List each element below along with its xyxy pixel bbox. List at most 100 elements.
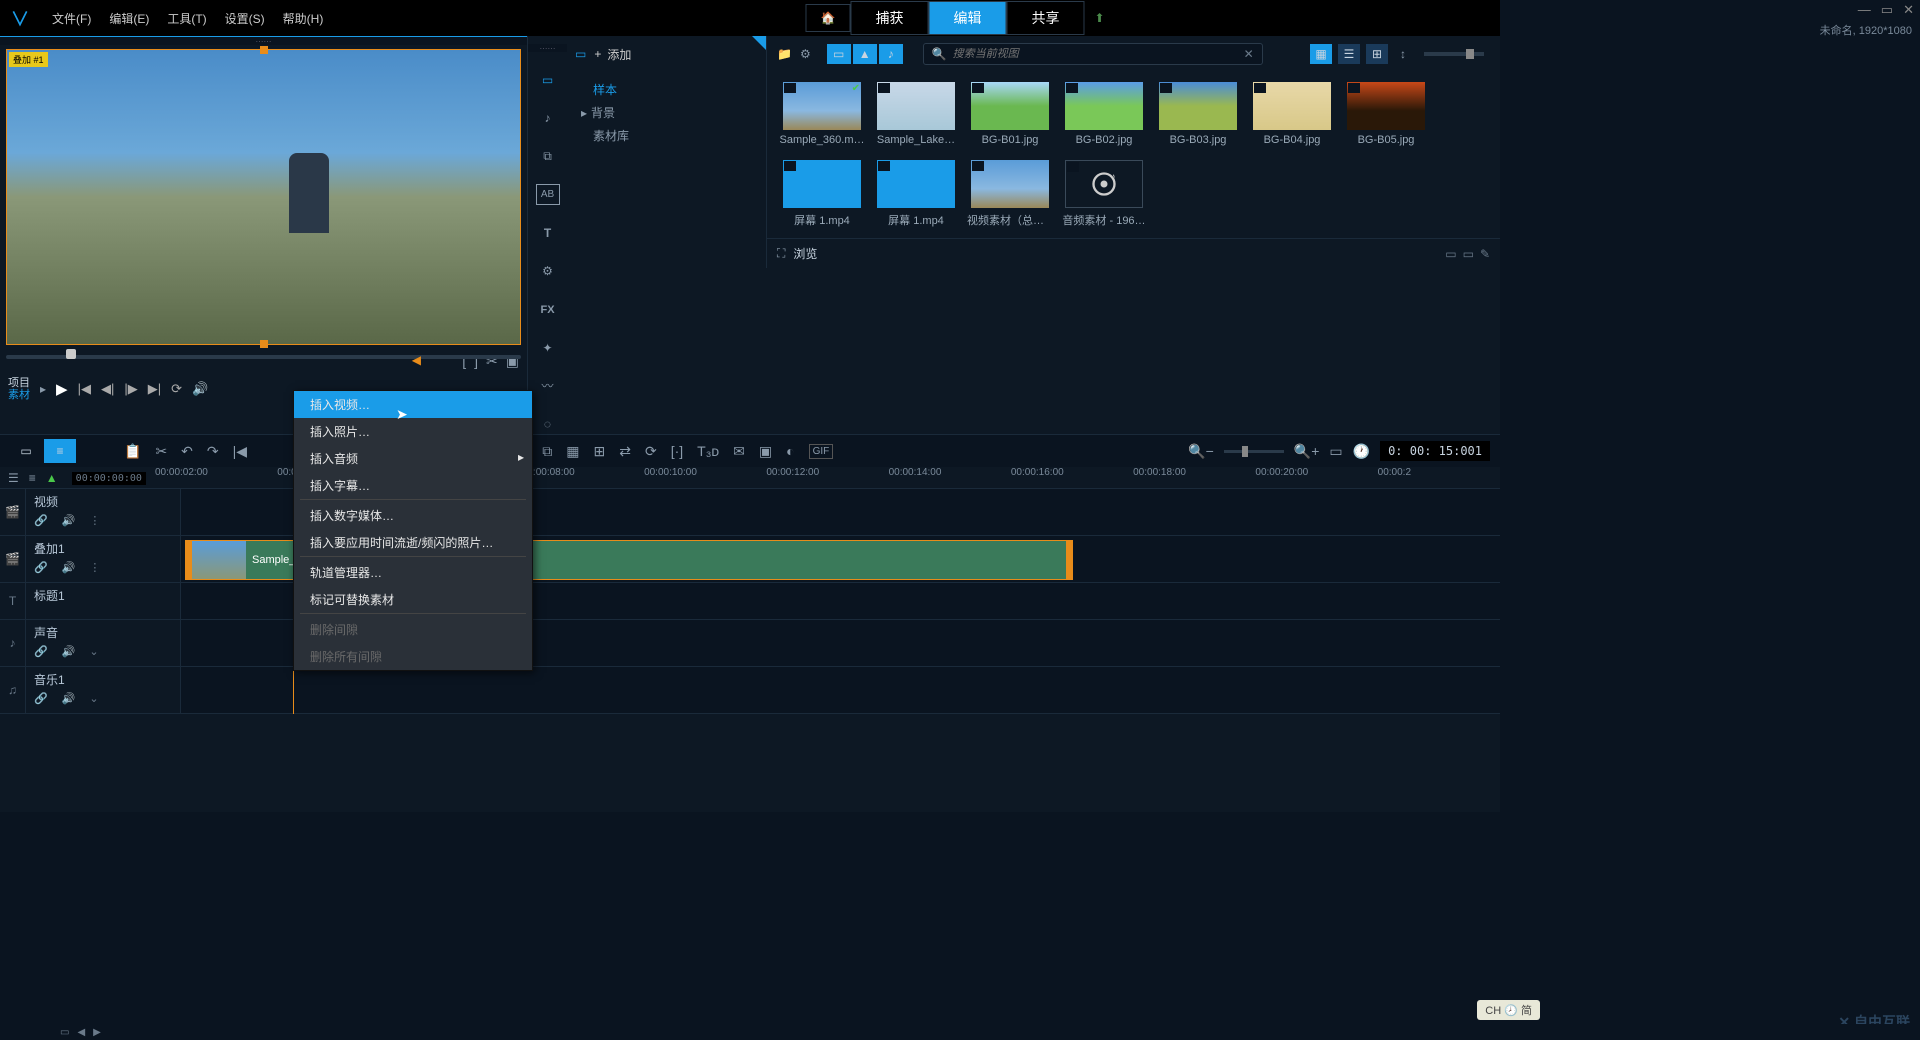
track-expand-icon[interactable]: ⌄	[89, 645, 98, 658]
thumb-size-slider[interactable]	[1424, 52, 1484, 56]
tool-audio-icon[interactable]: ♪	[536, 108, 560, 128]
minimize-button[interactable]: —	[1858, 2, 1871, 18]
fit-button[interactable]: ▭	[1329, 443, 1342, 460]
track-link-icon[interactable]: 🔗	[34, 645, 48, 658]
ctx-mark-replaceable[interactable]: 标记可替换素材	[294, 586, 532, 613]
storyboard-mode-button[interactable]: ▭	[10, 439, 42, 463]
gutter-btn1[interactable]: ☰	[8, 471, 19, 485]
gear-sm-icon[interactable]: ⚙	[800, 47, 811, 61]
ctx-insert-timelapse[interactable]: 插入要应用时间流逝/频闪的照片…	[294, 529, 532, 556]
scroll-left[interactable]: ◀	[77, 1027, 85, 1038]
tl-tool-9[interactable]: ⊞	[594, 443, 606, 460]
library-panel-icon[interactable]: ▭	[575, 47, 586, 61]
sidebar-drag-handle[interactable]	[528, 44, 567, 52]
tab-capture[interactable]: 捕获	[850, 1, 928, 35]
tool-settings-icon[interactable]: ⚙	[536, 261, 560, 281]
timeline-mode-button[interactable]: ≡	[44, 439, 76, 463]
thumb-item[interactable]: 屏幕 1.mp4	[873, 160, 959, 228]
undo-button[interactable]: ↶	[181, 443, 193, 460]
thumb-item[interactable]: BG-B02.jpg	[1061, 82, 1147, 146]
track-link-icon[interactable]: 🔗	[34, 692, 48, 705]
tl-tool-2[interactable]: ✂	[155, 443, 167, 460]
track-more-icon[interactable]: ⋮	[89, 514, 100, 527]
panel-corner-icon[interactable]	[752, 36, 766, 50]
track-more-icon[interactable]: ⋮	[89, 561, 100, 574]
goto-start-button[interactable]: |◀	[78, 381, 91, 397]
filter-video-button[interactable]: ▭	[827, 44, 851, 64]
ctx-insert-subtitle[interactable]: 插入字幕…	[294, 472, 532, 499]
menu-help[interactable]: 帮助(H)	[283, 10, 324, 27]
tl-tool-11[interactable]: ⟳	[645, 443, 657, 460]
tl-tool-14[interactable]: ✉	[733, 443, 745, 460]
tl-tool-8[interactable]: ▦	[566, 443, 579, 460]
folder-icon[interactable]: 📁	[777, 47, 792, 61]
panel-drag-handle[interactable]	[0, 37, 527, 45]
home-button[interactable]: 🏠	[805, 4, 850, 32]
bottom-btn1[interactable]: ▭	[60, 1027, 69, 1038]
tool-subtitle-icon[interactable]: AB	[536, 184, 560, 205]
maximize-button[interactable]: ▭	[1881, 2, 1893, 18]
tool-loading-icon[interactable]: ◌	[536, 414, 560, 434]
clear-search-button[interactable]: ✕	[1244, 47, 1254, 61]
timeline-ruler[interactable]: ☰ ≡ ▲ 00:00:00:00 00:00:02:0000:00:04:00…	[0, 467, 1500, 489]
view-grid-button[interactable]: ▦	[1310, 44, 1332, 64]
track-link-icon[interactable]: 🔗	[34, 514, 48, 527]
thumb-item[interactable]: 视频素材（总）…	[967, 160, 1053, 228]
track-mute-icon[interactable]: 🔊	[62, 692, 76, 705]
transport-mode-labels[interactable]: 项目 素材	[8, 377, 30, 401]
thumb-item[interactable]: ✔Sample_360.m…	[779, 82, 865, 146]
ctx-insert-digital[interactable]: 插入数字媒体…	[294, 499, 532, 529]
preview-scrubber[interactable]: ◀	[6, 355, 521, 367]
tree-item-samples[interactable]: 样本	[575, 78, 759, 101]
track-expand-icon[interactable]: ⌄	[89, 692, 98, 705]
tree-item-material[interactable]: 素材库	[575, 124, 759, 147]
ctx-insert-photo[interactable]: 插入照片…	[294, 418, 532, 445]
step-fwd-button[interactable]: |▶	[124, 381, 137, 397]
expand-icon[interactable]: ⛶	[777, 246, 785, 261]
search-box[interactable]: 🔍 ✕	[923, 43, 1263, 65]
add-media-button[interactable]: + 添加	[594, 46, 631, 63]
tool-fx-icon[interactable]: FX	[536, 299, 560, 319]
search-input[interactable]	[953, 48, 1238, 60]
tab-share[interactable]: 共享	[1006, 1, 1084, 35]
preview-viewport[interactable]: 叠加 #1	[6, 49, 521, 345]
redo-button[interactable]: ↷	[207, 443, 219, 460]
tl-tool-7[interactable]: ⧉	[542, 443, 552, 460]
browse-btn1[interactable]: ▭	[1445, 247, 1456, 261]
track-link-icon[interactable]: 🔗	[34, 561, 48, 574]
zoom-slider[interactable]	[1224, 450, 1284, 453]
filter-image-button[interactable]: ▲	[853, 44, 877, 64]
tool-media[interactable]: ▭	[536, 70, 560, 90]
view-list-button[interactable]: ☰	[1338, 44, 1360, 64]
step-back-button[interactable]: ◀|	[101, 381, 114, 397]
scrubber-playhead[interactable]	[66, 349, 76, 359]
tl-tool-5[interactable]: |◀	[233, 443, 247, 460]
menu-tools[interactable]: 工具(T)	[167, 10, 206, 27]
play-button[interactable]: ▶	[56, 380, 68, 398]
view-thumbs-button[interactable]: ⊞	[1366, 44, 1388, 64]
resize-handle-top[interactable]	[260, 46, 268, 54]
close-button[interactable]: ✕	[1903, 2, 1914, 18]
gutter-btn3[interactable]: ▲	[46, 471, 58, 485]
thumb-item[interactable]: Sample_Lake…	[873, 82, 959, 146]
browse-btn3[interactable]: ✎	[1480, 247, 1490, 261]
upload-icon[interactable]: ⬆	[1084, 5, 1114, 31]
thumb-item[interactable]: BG-B03.jpg	[1155, 82, 1241, 146]
tool-title-icon[interactable]: T	[536, 223, 560, 243]
zoom-out-button[interactable]: 🔍−	[1188, 443, 1214, 460]
tree-item-background[interactable]: ▸背景	[575, 101, 759, 124]
tool-path-icon[interactable]: 〰	[536, 376, 560, 396]
thumb-item[interactable]: 屏幕 1.mp4	[779, 160, 865, 228]
tab-edit[interactable]: 编辑	[928, 1, 1006, 35]
tl-tool-16[interactable]: ◐	[786, 443, 794, 459]
volume-button[interactable]: 🔊	[192, 381, 208, 397]
thumb-item[interactable]: BG-B05.jpg	[1343, 82, 1429, 146]
clip-handle-left[interactable]	[186, 541, 192, 579]
thumb-item[interactable]: BG-B01.jpg	[967, 82, 1053, 146]
menu-file[interactable]: 文件(F)	[52, 10, 91, 27]
browse-label[interactable]: 浏览	[793, 245, 817, 262]
track-mute-icon[interactable]: 🔊	[62, 561, 76, 574]
menu-edit[interactable]: 编辑(E)	[109, 10, 149, 27]
zoom-in-button[interactable]: 🔍+	[1294, 443, 1320, 460]
track-mute-icon[interactable]: 🔊	[62, 645, 76, 658]
